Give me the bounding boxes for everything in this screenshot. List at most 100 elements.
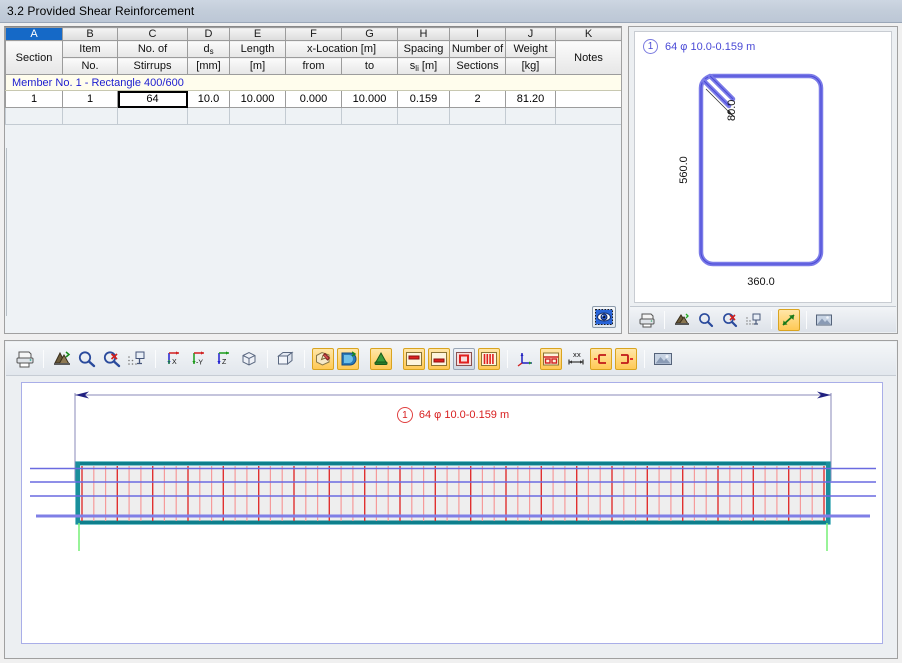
column-header-d[interactable]: D: [187, 27, 230, 41]
caption-number-of: Number of: [449, 40, 506, 58]
caption-spacing-unit: sli [m]: [397, 57, 450, 75]
section-center-icon[interactable]: [453, 347, 475, 370]
caption-item-no: No.: [62, 57, 118, 75]
picture-icon[interactable]: [813, 309, 835, 331]
cell-sections[interactable]: 2: [449, 90, 506, 108]
beam-concrete-fill: [79, 465, 827, 521]
view-x-icon[interactable]: X: [163, 348, 185, 370]
grid-snap-icon[interactable]: [743, 309, 765, 331]
stirrups-icon[interactable]: [478, 347, 500, 370]
column-header-b[interactable]: B: [62, 27, 118, 41]
empty-cell[interactable]: [449, 107, 506, 125]
caption-sections: Sections: [449, 57, 506, 75]
render-icon[interactable]: [51, 348, 73, 370]
column-header-a[interactable]: A: [5, 27, 63, 41]
svg-text:-Y: -Y: [196, 359, 203, 366]
results-table-panel: A B C D E F G H I J K Section Item No. o…: [4, 26, 622, 334]
member-view-toolbar[interactable]: X -Y Z x x: [6, 342, 896, 376]
cross-section-toolbar[interactable]: [630, 306, 896, 332]
empty-cell[interactable]: [62, 107, 118, 125]
member-drawing-canvas[interactable]: 1 64 φ 10.0-0.159 m: [21, 382, 883, 644]
stirrup-outline-edge: [700, 75, 822, 265]
separator: [43, 349, 44, 368]
beam-top-face: [76, 462, 830, 466]
table-view-icon[interactable]: [540, 347, 562, 370]
cell-no-of-stirrups[interactable]: 64: [117, 90, 188, 108]
height-dim-text: 560.0: [678, 156, 690, 184]
lighting-icon[interactable]: [370, 347, 392, 370]
empty-cell[interactable]: [505, 107, 556, 125]
zoom-reset-icon[interactable]: [101, 348, 123, 370]
column-header-i[interactable]: I: [449, 27, 506, 41]
zoom-in-icon[interactable]: [695, 309, 717, 331]
zoom-in-icon[interactable]: [76, 348, 98, 370]
cell-ds[interactable]: 10.0: [187, 90, 230, 108]
svg-text:x: x: [577, 350, 581, 359]
empty-cell[interactable]: [117, 107, 188, 125]
resize-arrow-icon[interactable]: [778, 308, 800, 331]
print-icon[interactable]: [636, 309, 658, 331]
table-row[interactable]: 1 1 64 10.0 10.000 0.000 10.000 0.159 2 …: [5, 90, 621, 108]
shear-reinforcement-table[interactable]: A B C D E F G H I J K Section Item No. o…: [5, 27, 621, 125]
table-empty-row[interactable]: [5, 107, 621, 125]
grid-snap-icon[interactable]: [126, 348, 148, 370]
dimension-icon[interactable]: xx: [565, 348, 587, 370]
cross-section-canvas[interactable]: 1 64 φ 10.0-0.159 m 80.0 560.0 360.0: [634, 31, 892, 303]
column-header-f[interactable]: F: [285, 27, 342, 41]
empty-cell[interactable]: [187, 107, 230, 125]
axes-icon[interactable]: [515, 348, 537, 370]
empty-cell[interactable]: [341, 107, 398, 125]
left-end-icon[interactable]: [590, 347, 612, 370]
view-z-icon[interactable]: Z: [213, 348, 235, 370]
empty-cell[interactable]: [229, 107, 286, 125]
edit-solid-icon[interactable]: [312, 347, 334, 370]
cell-spacing[interactable]: 0.159: [397, 90, 450, 108]
render-icon[interactable]: [671, 309, 693, 331]
column-header-h[interactable]: H: [397, 27, 450, 41]
caption-length: Length: [229, 40, 286, 58]
member-group-label: Member No. 1 - Rectangle 400/600: [5, 74, 621, 91]
column-header-k[interactable]: K: [555, 27, 621, 41]
column-header-g[interactable]: G: [341, 27, 398, 41]
section-bottom-icon[interactable]: [428, 347, 450, 370]
empty-cell[interactable]: [5, 107, 63, 125]
column-header-j[interactable]: J: [505, 27, 556, 41]
column-letter-row[interactable]: A B C D E F G H I J K: [5, 27, 621, 41]
separator: [771, 310, 772, 329]
view-results-button[interactable]: [592, 306, 616, 328]
svg-text:Z: Z: [222, 359, 227, 366]
shade-icon[interactable]: [337, 347, 359, 370]
picture-icon[interactable]: [652, 348, 674, 370]
caption-row-1: Section Item No. of ds Length x-Location…: [5, 40, 621, 75]
cell-length[interactable]: 10.000: [229, 90, 286, 108]
caption-x-from: from: [285, 57, 342, 75]
caption-weight: Weight: [505, 40, 556, 58]
hook-dim-text: 80.0: [726, 100, 738, 121]
caption-length-unit: [m]: [229, 57, 286, 75]
cell-weight[interactable]: 81.20: [505, 90, 556, 108]
cell-x-from[interactable]: 0.000: [285, 90, 342, 108]
separator: [507, 349, 508, 368]
width-dim-text: 360.0: [747, 276, 775, 288]
perspective-icon[interactable]: [275, 348, 297, 370]
caption-section: Section: [5, 40, 63, 75]
cell-notes[interactable]: [555, 90, 621, 108]
cell-x-to[interactable]: 10.000: [341, 90, 398, 108]
table-empty-area: [6, 148, 621, 316]
cell-item-no[interactable]: 1: [62, 90, 118, 108]
separator: [155, 349, 156, 368]
zoom-reset-icon[interactable]: [719, 309, 741, 331]
empty-cell[interactable]: [555, 107, 621, 125]
column-header-e[interactable]: E: [229, 27, 286, 41]
print-icon[interactable]: [14, 348, 36, 370]
empty-cell[interactable]: [285, 107, 342, 125]
section-top-icon[interactable]: [403, 347, 425, 370]
member-view-panel: X -Y Z x x 1 64 φ 10.0-0.159 m: [4, 340, 898, 659]
empty-cell[interactable]: [397, 107, 450, 125]
caption-x-to: to: [341, 57, 398, 75]
column-header-c[interactable]: C: [117, 27, 188, 41]
cell-section[interactable]: 1: [5, 90, 63, 108]
right-end-icon[interactable]: [615, 347, 637, 370]
view-iso-icon[interactable]: [238, 348, 260, 370]
view-negy-icon[interactable]: -Y: [188, 348, 210, 370]
